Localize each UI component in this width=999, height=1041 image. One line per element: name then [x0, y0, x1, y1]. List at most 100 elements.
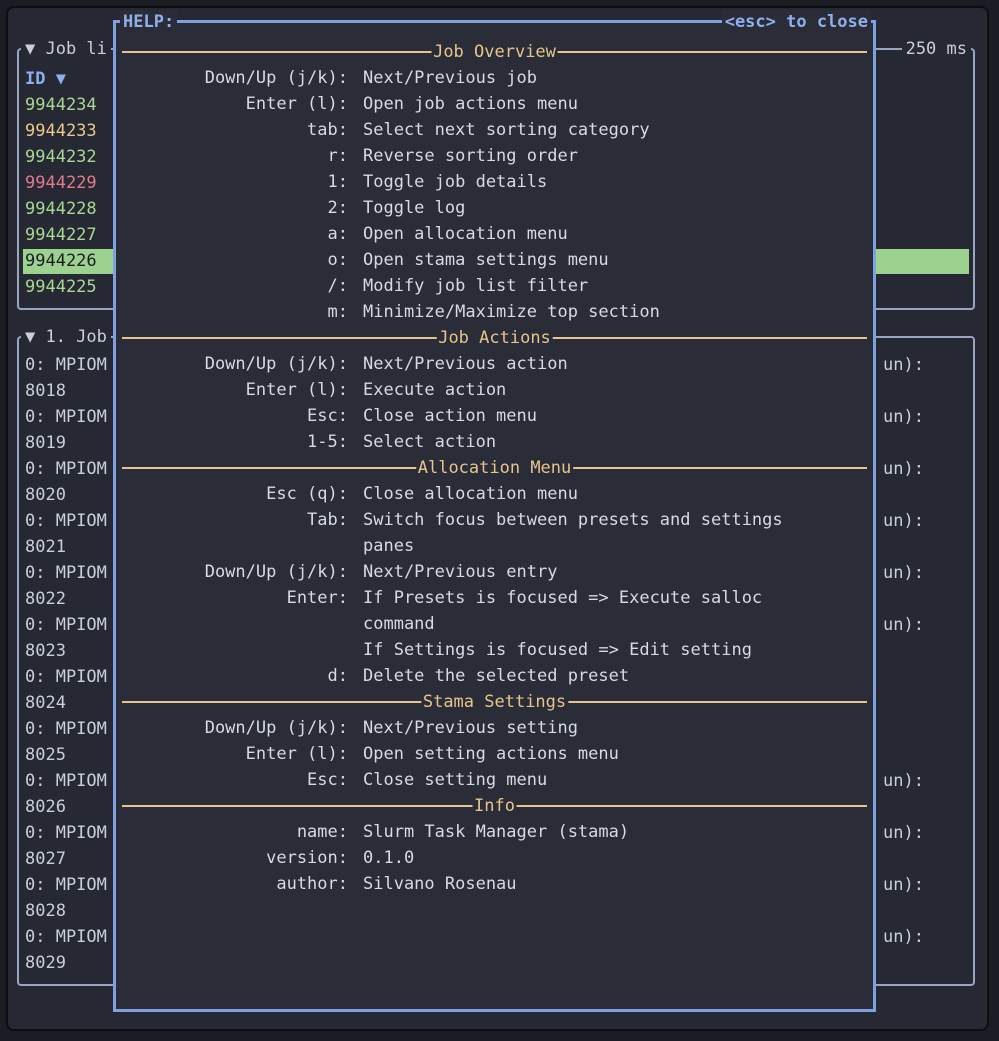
help-row: author: Silvano Rosenau	[116, 871, 873, 897]
help-row: m: Minimize/Maximize top section	[116, 299, 873, 325]
id-column-header[interactable]: ID ▼	[25, 66, 66, 92]
help-section-header: Info	[122, 793, 867, 819]
help-row: Enter (l): Execute action	[116, 377, 873, 403]
help-key: author:	[276, 874, 348, 894]
job-list-title: ▼ Job li	[21, 37, 111, 61]
close-hint[interactable]: <esc> to close	[721, 10, 871, 34]
help-key: r:	[327, 146, 348, 166]
help-description: Next/Previous job	[363, 68, 537, 88]
log-line: 0: MPIOM	[25, 667, 107, 687]
help-row: Enter (l): Open setting actions menu	[116, 741, 873, 767]
help-description: Silvano Rosenau	[363, 874, 517, 894]
help-row: Esc (q): Close allocation menu	[116, 481, 873, 507]
log-line-suffix: un):	[883, 615, 924, 635]
help-key: Down/Up (j/k):	[204, 68, 348, 88]
help-row: Down/Up (j/k): Next/Previous entry	[116, 559, 873, 585]
help-description: Toggle log	[363, 198, 466, 218]
help-key: 1:	[327, 172, 348, 192]
help-row: 1-5: Select action	[116, 429, 873, 455]
log-line: 0: MPIOM	[25, 459, 107, 479]
help-row: Enter (l): Open job actions menu	[116, 91, 873, 117]
help-row: a: Open allocation menu	[116, 221, 873, 247]
help-row: If Settings is focused => Edit setting	[116, 637, 873, 663]
log-line-suffix: un):	[883, 511, 924, 531]
help-description: Open job actions menu	[363, 94, 578, 114]
help-row: d: Delete the selected preset	[116, 663, 873, 689]
job-row[interactable]: 9944227	[25, 222, 97, 248]
help-section-header: Stama Settings	[122, 689, 867, 715]
help-description: Slurm Task Manager (stama)	[363, 822, 630, 842]
log-line: 8023	[25, 641, 66, 661]
job-row[interactable]: 9944228	[25, 196, 97, 222]
help-description: Open allocation menu	[363, 224, 568, 244]
help-row: Down/Up (j/k): Next/Previous action	[116, 351, 873, 377]
log-line: 8019	[25, 433, 66, 453]
job-row[interactable]: 9944226	[25, 248, 97, 274]
help-description: Close action menu	[363, 406, 537, 426]
help-key: 1-5:	[307, 432, 348, 452]
help-description: Switch focus between presets and setting…	[363, 510, 783, 530]
help-key: Esc (q):	[266, 484, 348, 504]
help-description: If Presets is focused => Execute salloc	[363, 588, 763, 608]
help-key: Enter (l):	[245, 744, 348, 764]
help-key: d:	[327, 666, 348, 686]
log-line: 0: MPIOM	[25, 771, 107, 791]
help-description: Toggle job details	[363, 172, 548, 192]
log-line: 0: MPIOM	[25, 563, 107, 583]
job-row[interactable]: 9944233	[25, 118, 97, 144]
help-section-header: Job Actions	[122, 325, 867, 351]
log-line-suffix: un):	[883, 771, 924, 791]
log-line-suffix: un):	[883, 355, 924, 375]
help-description: command	[363, 614, 435, 634]
help-section-title: Allocation Menu	[415, 455, 574, 481]
help-title: HELP:	[120, 10, 178, 34]
log-line: 8024	[25, 693, 66, 713]
help-section-title: Stama Settings	[420, 689, 569, 715]
log-line: 0: MPIOM	[25, 511, 107, 531]
help-key: Esc:	[307, 770, 348, 790]
help-row: Esc: Close action menu	[116, 403, 873, 429]
help-section-header: Job Overview	[122, 39, 867, 65]
job-row[interactable]: 9944225	[25, 274, 97, 300]
help-key: Enter (l):	[245, 94, 348, 114]
help-row: r: Reverse sorting order	[116, 143, 873, 169]
help-description: Select action	[363, 432, 497, 452]
help-row: command	[116, 611, 873, 637]
job-row[interactable]: 9944229	[25, 170, 97, 196]
help-row: Tab: Switch focus between presets and set…	[116, 507, 873, 533]
help-row: panes	[116, 533, 873, 559]
help-key: name:	[296, 822, 348, 842]
help-description: Close setting menu	[363, 770, 548, 790]
help-description: Next/Previous setting	[363, 718, 578, 738]
help-description: 0.1.0	[363, 848, 415, 868]
log-line: 0: MPIOM	[25, 927, 107, 947]
help-section-title: Job Overview	[431, 39, 558, 65]
job-row[interactable]: 9944232	[25, 144, 97, 170]
help-key: Tab:	[307, 510, 348, 530]
log-line: 0: MPIOM	[25, 615, 107, 635]
help-description: Modify job list filter	[363, 276, 589, 296]
help-key: o:	[327, 250, 348, 270]
help-key: m:	[327, 302, 348, 322]
job-details-title: ▼ 1. Job	[21, 325, 111, 349]
refresh-interval: 250 ms	[901, 37, 971, 61]
help-popup[interactable]: HELP: <esc> to close Job Overview Down/Up…	[113, 10, 876, 1012]
help-row: Enter: If Presets is focused => Execute s…	[116, 585, 873, 611]
help-row: /: Modify job list filter	[116, 273, 873, 299]
help-key: Down/Up (j/k):	[204, 718, 348, 738]
help-key: /:	[327, 276, 348, 296]
help-key: Esc:	[307, 406, 348, 426]
job-row[interactable]: 9944234	[25, 92, 97, 118]
log-line-suffix: un):	[883, 407, 924, 427]
help-row: Down/Up (j/k): Next/Previous setting	[116, 715, 873, 741]
help-key: Enter:	[286, 588, 348, 608]
log-line-suffix: un):	[883, 823, 924, 843]
log-line: 8022	[25, 589, 66, 609]
help-key: 2:	[327, 198, 348, 218]
help-description: Open stama settings menu	[363, 250, 609, 270]
help-key: Down/Up (j/k):	[204, 354, 348, 374]
help-key: a:	[327, 224, 348, 244]
log-line: 0: MPIOM	[25, 355, 107, 375]
help-row: 1: Toggle job details	[116, 169, 873, 195]
log-line: 8027	[25, 849, 66, 869]
